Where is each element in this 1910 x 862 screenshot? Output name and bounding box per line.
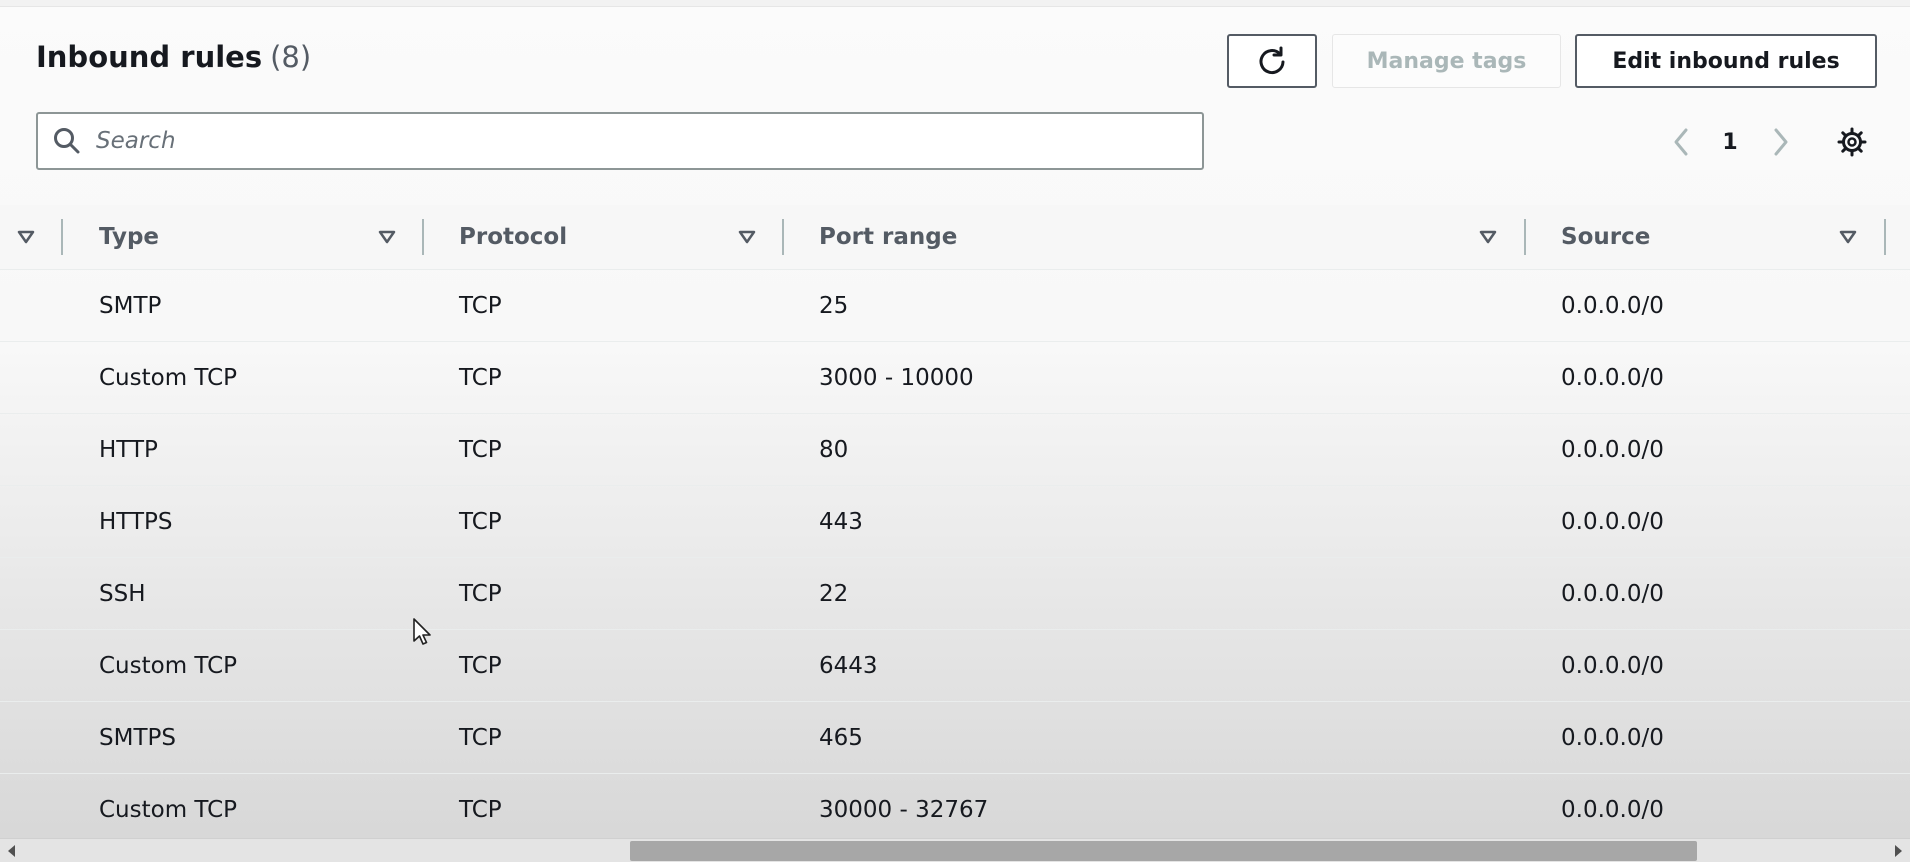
- table-row[interactable]: SSH TCP 22 0.0.0.0/0: [0, 558, 1910, 630]
- cell-protocol: TCP: [459, 292, 502, 319]
- edit-inbound-rules-button[interactable]: Edit inbound rules: [1575, 34, 1877, 88]
- cell-type: SSH: [99, 580, 146, 607]
- cell-protocol: TCP: [459, 436, 502, 463]
- cell-port-range: 25: [819, 292, 849, 319]
- table-row[interactable]: SMTPS TCP 465 0.0.0.0/0: [0, 702, 1910, 774]
- column-divider[interactable]: [61, 219, 63, 255]
- cell-port-range: 30000 - 32767: [819, 796, 989, 823]
- cell-protocol: TCP: [459, 796, 502, 823]
- panel-top-border: [0, 0, 1910, 7]
- gear-icon: [1837, 127, 1867, 157]
- cell-source: 0.0.0.0/0: [1561, 436, 1664, 463]
- cell-port-range: 6443: [819, 652, 878, 679]
- cell-type: Custom TCP: [99, 364, 238, 391]
- sort-triangle-icon[interactable]: [16, 227, 36, 247]
- cell-protocol: TCP: [459, 652, 502, 679]
- cell-port-range: 3000 - 10000: [819, 364, 974, 391]
- sort-triangle-icon[interactable]: [1838, 227, 1858, 247]
- cell-protocol: TCP: [459, 508, 502, 535]
- cell-type: HTTPS: [99, 508, 173, 535]
- rule-count: (8): [270, 40, 312, 74]
- cell-port-range: 80: [819, 436, 849, 463]
- next-page-button[interactable]: [1765, 118, 1797, 166]
- scrollbar-thumb[interactable]: [630, 841, 1697, 861]
- sort-triangle-icon[interactable]: [737, 227, 757, 247]
- previous-page-button[interactable]: [1665, 118, 1697, 166]
- cell-port-range: 443: [819, 508, 863, 535]
- column-header-source[interactable]: Source: [1561, 205, 1650, 269]
- horizontal-scrollbar[interactable]: [0, 838, 1910, 862]
- manage-tags-button[interactable]: Manage tags: [1332, 34, 1561, 88]
- table-header: Type Protocol Port range Source: [0, 205, 1910, 270]
- cell-source: 0.0.0.0/0: [1561, 364, 1664, 391]
- table-row[interactable]: HTTP TCP 80 0.0.0.0/0: [0, 414, 1910, 486]
- cell-type: Custom TCP: [99, 652, 238, 679]
- cell-type: Custom TCP: [99, 796, 238, 823]
- column-divider[interactable]: [1524, 219, 1526, 255]
- cell-source: 0.0.0.0/0: [1561, 796, 1664, 823]
- preferences-button[interactable]: [1832, 118, 1872, 166]
- table-row[interactable]: Custom TCP TCP 3000 - 10000 0.0.0.0/0: [0, 342, 1910, 414]
- search-icon: [54, 128, 80, 154]
- table-row[interactable]: Custom TCP TCP 30000 - 32767 0.0.0.0/0: [0, 774, 1910, 846]
- table-row[interactable]: Custom TCP TCP 6443 0.0.0.0/0: [0, 630, 1910, 702]
- refresh-button[interactable]: [1227, 34, 1317, 88]
- search-box[interactable]: [36, 112, 1204, 170]
- cell-port-range: 22: [819, 580, 849, 607]
- cell-type: HTTP: [99, 436, 158, 463]
- table-row[interactable]: SMTP TCP 25 0.0.0.0/0: [0, 270, 1910, 342]
- mouse-cursor-icon: [413, 618, 431, 645]
- column-header-port-range[interactable]: Port range: [819, 205, 957, 269]
- cell-protocol: TCP: [459, 580, 502, 607]
- scroll-left-arrow-icon[interactable]: [4, 843, 20, 859]
- column-divider[interactable]: [422, 219, 424, 255]
- cell-port-range: 465: [819, 724, 863, 751]
- column-divider[interactable]: [1884, 219, 1886, 255]
- column-header-type[interactable]: Type: [99, 205, 159, 269]
- chevron-left-icon: [1674, 128, 1688, 156]
- cell-source: 0.0.0.0/0: [1561, 652, 1664, 679]
- column-header-protocol[interactable]: Protocol: [459, 205, 567, 269]
- search-input[interactable]: [94, 127, 1188, 155]
- cell-type: SMTP: [99, 292, 162, 319]
- column-divider[interactable]: [782, 219, 784, 255]
- title-text: Inbound rules: [36, 40, 263, 74]
- table-row[interactable]: HTTPS TCP 443 0.0.0.0/0: [0, 486, 1910, 558]
- page-number[interactable]: 1: [1715, 118, 1745, 166]
- scroll-right-arrow-icon[interactable]: [1890, 843, 1906, 859]
- cell-source: 0.0.0.0/0: [1561, 508, 1664, 535]
- refresh-icon: [1259, 46, 1285, 75]
- page-title: Inbound rules (8): [36, 40, 311, 74]
- inbound-rules-panel: Inbound rules (8) Manage tags Edit inboun…: [0, 0, 1910, 862]
- cell-source: 0.0.0.0/0: [1561, 292, 1664, 319]
- cell-source: 0.0.0.0/0: [1561, 724, 1664, 751]
- sort-triangle-icon[interactable]: [1478, 227, 1498, 247]
- cell-protocol: TCP: [459, 364, 502, 391]
- cell-source: 0.0.0.0/0: [1561, 580, 1664, 607]
- inbound-rules-table: Type Protocol Port range Source SMTP TCP…: [0, 205, 1910, 846]
- chevron-right-icon: [1774, 128, 1788, 156]
- cell-type: SMTPS: [99, 724, 176, 751]
- sort-triangle-icon[interactable]: [377, 227, 397, 247]
- cell-protocol: TCP: [459, 724, 502, 751]
